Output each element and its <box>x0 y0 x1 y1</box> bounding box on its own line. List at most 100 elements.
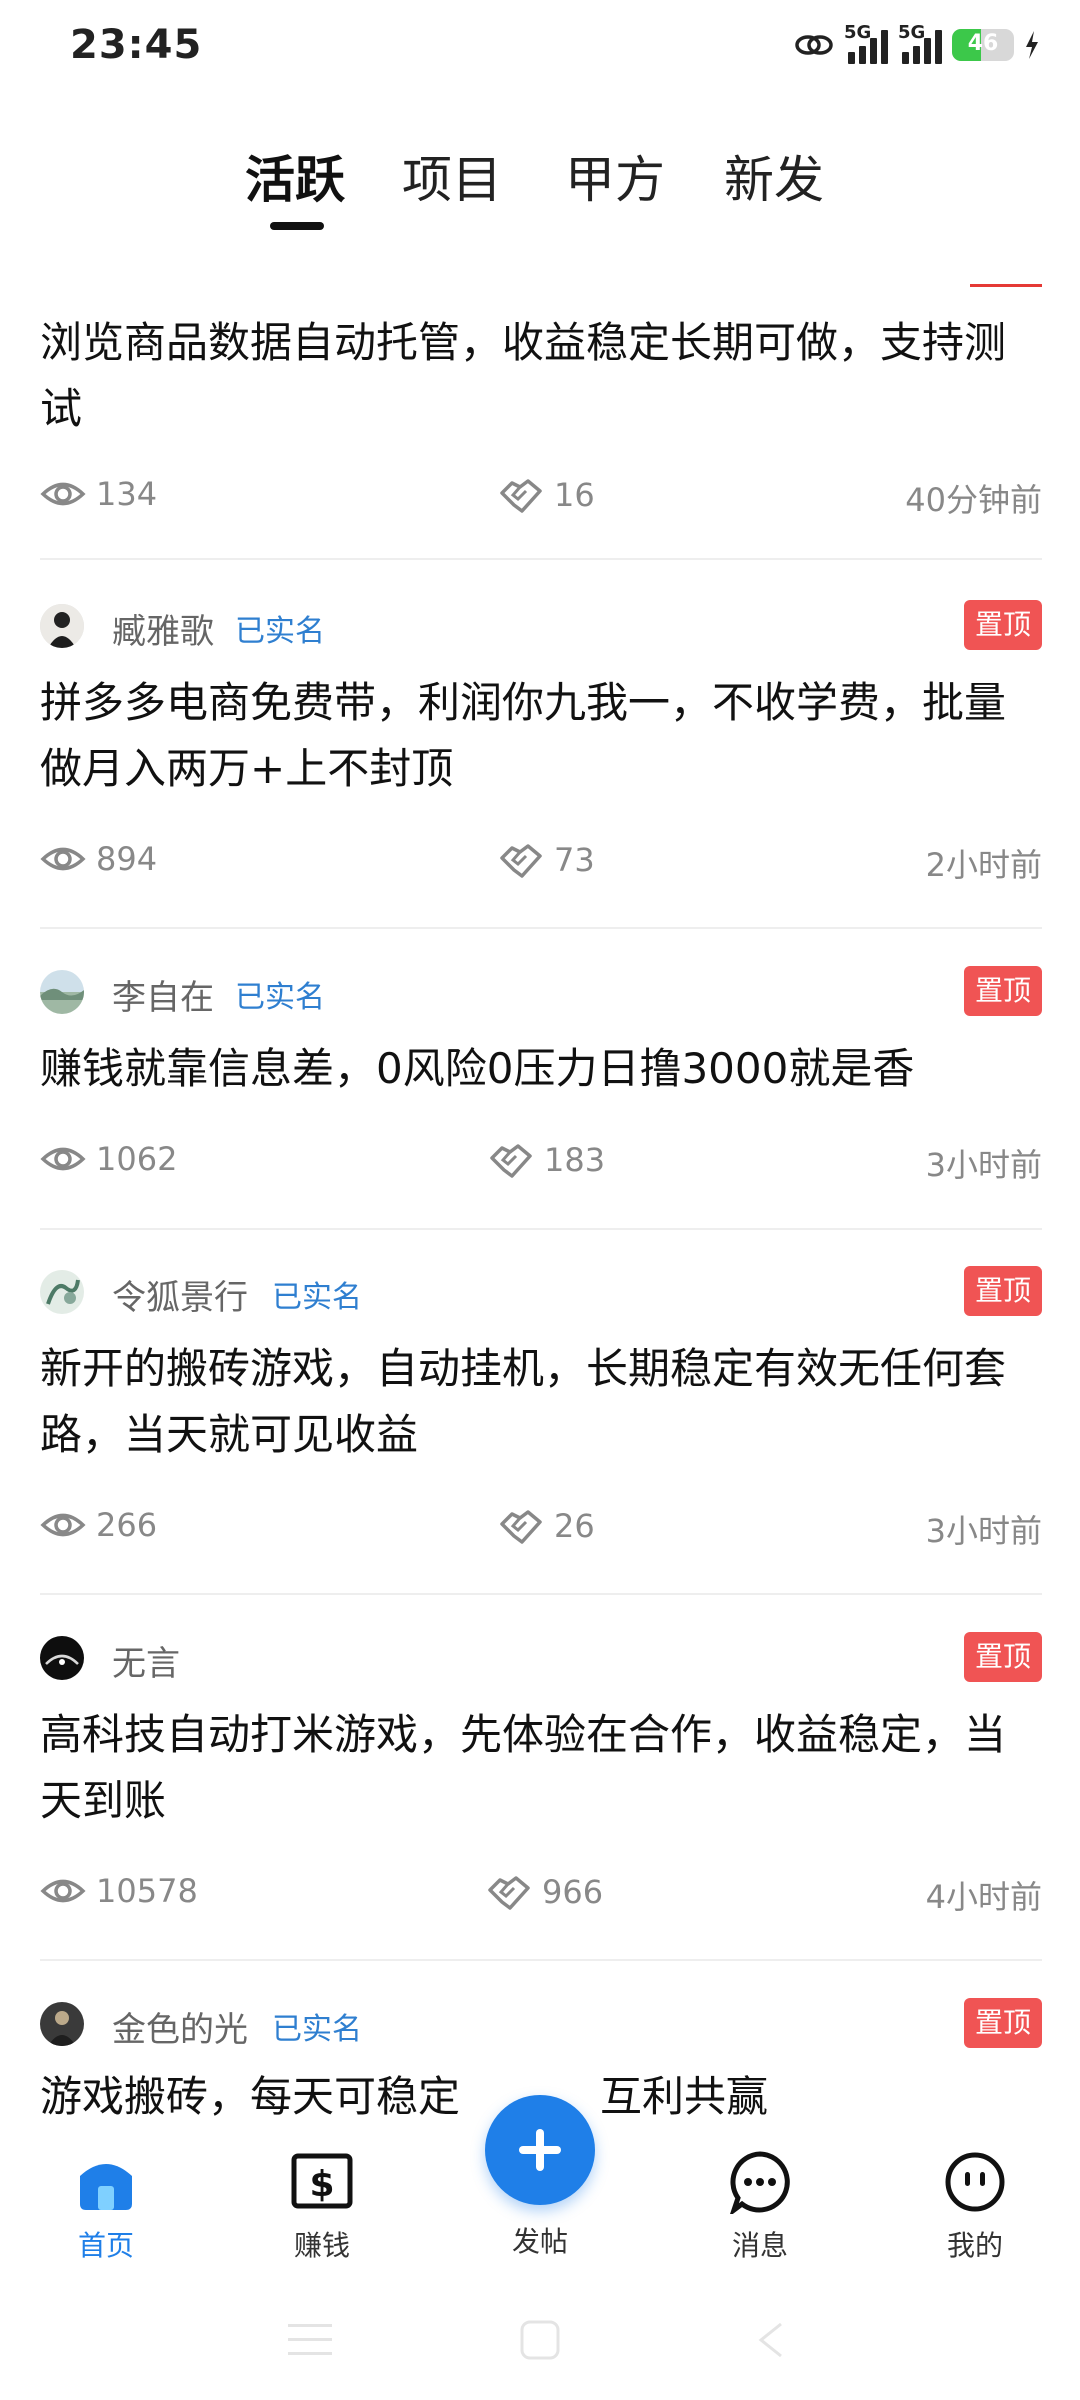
post-title[interactable]: 高科技自动打米游戏，先体验在合作，收益稳定，当天到账 <box>40 1702 1042 1834</box>
plus-icon <box>519 2129 561 2171</box>
verified-badge: 已实名 <box>272 2012 362 2047</box>
handshake-icon <box>498 840 544 880</box>
back-icon[interactable] <box>755 2320 785 2360</box>
divider <box>40 927 1042 929</box>
like-count[interactable]: 966 <box>486 1872 603 1912</box>
nav-earn[interactable]: $ 赚钱 <box>252 2150 392 2264</box>
post-card[interactable]: 臧雅歌 已实名 置顶 拼多多电商免费带，利润你九我一，不收学费，批量做月入两万+… <box>40 600 1042 930</box>
divider <box>40 1228 1042 1230</box>
dollar-icon: $ <box>290 2150 354 2214</box>
red-accent-line <box>970 284 1042 287</box>
nav-profile[interactable]: 我的 <box>905 2150 1045 2264</box>
avatar[interactable] <box>40 1636 84 1680</box>
divider <box>40 558 1042 560</box>
tab-new[interactable]: 新发 <box>724 140 824 212</box>
nav-home[interactable]: 首页 <box>36 2150 176 2264</box>
nav-messages[interactable]: 消息 <box>690 2150 830 2264</box>
author-name[interactable]: 无言 <box>112 1636 180 1685</box>
create-post-label: 发帖 <box>511 2225 568 2258</box>
tab-client[interactable]: 甲方 <box>565 140 665 212</box>
verified-badge: 已实名 <box>272 1280 362 1315</box>
charging-icon <box>1024 31 1040 59</box>
post-card[interactable]: 无言 置顶 高科技自动打米游戏，先体验在合作，收益稳定，当天到账 10578 9… <box>40 1632 1042 1962</box>
verified-badge: 已实名 <box>235 614 325 649</box>
link-icon <box>794 30 834 60</box>
like-count[interactable]: 183 <box>488 1140 605 1180</box>
home-icon <box>74 2150 138 2214</box>
author-row: 无言 置顶 <box>40 1632 1042 1685</box>
view-count: 266 <box>40 1506 157 1544</box>
like-count[interactable]: 16 <box>498 475 595 515</box>
menu-icon[interactable] <box>288 2320 332 2360</box>
post-stats: 134 16 40分钟前 <box>40 475 1042 519</box>
signal-2-icon: 5G <box>898 22 942 64</box>
pinned-badge: 置顶 <box>964 1998 1042 2048</box>
eye-icon <box>40 1510 86 1540</box>
eye-icon <box>40 479 86 509</box>
author-row: 臧雅歌 已实名 置顶 <box>40 600 1042 653</box>
pinned-badge: 置顶 <box>964 1632 1042 1682</box>
system-nav-bar <box>0 2290 1080 2400</box>
verified-badge: 已实名 <box>235 980 325 1015</box>
avatar[interactable] <box>40 970 84 1014</box>
author-row: 李自在 已实名 置顶 <box>40 966 1042 1019</box>
author-name[interactable]: 臧雅歌 <box>112 604 214 653</box>
post-title[interactable]: 赚钱就靠信息差，0风险0压力日撸3000就是香 <box>40 1036 1042 1102</box>
battery-icon: 46 <box>952 29 1014 61</box>
post-time: 4小时前 <box>925 1878 1042 1916</box>
avatar[interactable] <box>40 2002 84 2046</box>
category-tabs: 活跃 项目 甲方 新发 <box>0 140 1080 230</box>
post-title[interactable]: 浏览商品数据自动托管，收益稳定长期可做，支持测试 <box>40 310 1042 442</box>
home-button-icon[interactable] <box>520 2320 560 2360</box>
author-row: 令狐景行 已实名 置顶 <box>40 1266 1042 1319</box>
post-stats: 266 26 3小时前 <box>40 1506 1042 1550</box>
post-stats: 1062 183 3小时前 <box>40 1140 1042 1184</box>
author-row: 金色的光 已实名 置顶 <box>40 1998 1042 2051</box>
post-stats: 894 73 2小时前 <box>40 840 1042 884</box>
handshake-icon <box>486 1872 532 1912</box>
avatar[interactable] <box>40 1270 84 1314</box>
view-count: 894 <box>40 840 157 878</box>
create-post-button[interactable] <box>485 2095 595 2205</box>
author-name[interactable]: 金色的光 <box>112 2002 248 2051</box>
signal-1-icon: 5G <box>844 22 888 64</box>
pinned-badge: 置顶 <box>964 600 1042 650</box>
post-time: 40分钟前 <box>905 481 1042 519</box>
avatar[interactable] <box>40 604 84 648</box>
eye-icon <box>40 844 86 874</box>
handshake-icon <box>498 1506 544 1546</box>
post-stats: 10578 966 4小时前 <box>40 1872 1042 1916</box>
like-count[interactable]: 73 <box>498 840 595 880</box>
post-title[interactable]: 新开的搬砖游戏，自动挂机，长期稳定有效无任何套路，当天就可见收益 <box>40 1336 1042 1468</box>
post-time: 2小时前 <box>925 846 1042 884</box>
status-bar: 23:45 5G 5G 46 <box>0 0 1080 100</box>
svg-text:$: $ <box>309 2164 334 2205</box>
message-icon <box>728 2150 792 2214</box>
view-count: 1062 <box>40 1140 177 1178</box>
view-count: 134 <box>40 475 157 513</box>
author-name[interactable]: 令狐景行 <box>112 1270 248 1319</box>
view-count: 10578 <box>40 1872 198 1910</box>
eye-icon <box>40 1144 86 1174</box>
profile-icon <box>943 2150 1007 2214</box>
post-card[interactable]: 李自在 已实名 置顶 赚钱就靠信息差，0风险0压力日撸3000就是香 1062 … <box>40 966 1042 1231</box>
pinned-badge: 置顶 <box>964 1266 1042 1316</box>
post-title[interactable]: 拼多多电商免费带，利润你九我一，不收学费，批量做月入两万+上不封顶 <box>40 670 1042 802</box>
status-time: 23:45 <box>70 22 203 68</box>
divider <box>40 1959 1042 1961</box>
eye-icon <box>40 1876 86 1906</box>
tab-active[interactable]: 活跃 <box>245 140 345 212</box>
pinned-badge: 置顶 <box>964 966 1042 1016</box>
status-icons: 5G 5G 46 <box>794 22 1040 64</box>
like-count[interactable]: 26 <box>498 1506 595 1546</box>
author-name[interactable]: 李自在 <box>112 970 214 1019</box>
tab-projects[interactable]: 项目 <box>402 140 502 212</box>
handshake-icon <box>498 475 544 515</box>
handshake-icon <box>488 1140 534 1180</box>
post-card[interactable]: 令狐景行 已实名 置顶 新开的搬砖游戏，自动挂机，长期稳定有效无任何套路，当天就… <box>40 1266 1042 1596</box>
post-time: 3小时前 <box>925 1146 1042 1184</box>
active-tab-indicator <box>270 222 324 230</box>
post-card[interactable]: 浏览商品数据自动托管，收益稳定长期可做，支持测试 134 16 40分钟前 <box>40 310 1042 560</box>
divider <box>40 1593 1042 1595</box>
post-time: 3小时前 <box>925 1512 1042 1550</box>
